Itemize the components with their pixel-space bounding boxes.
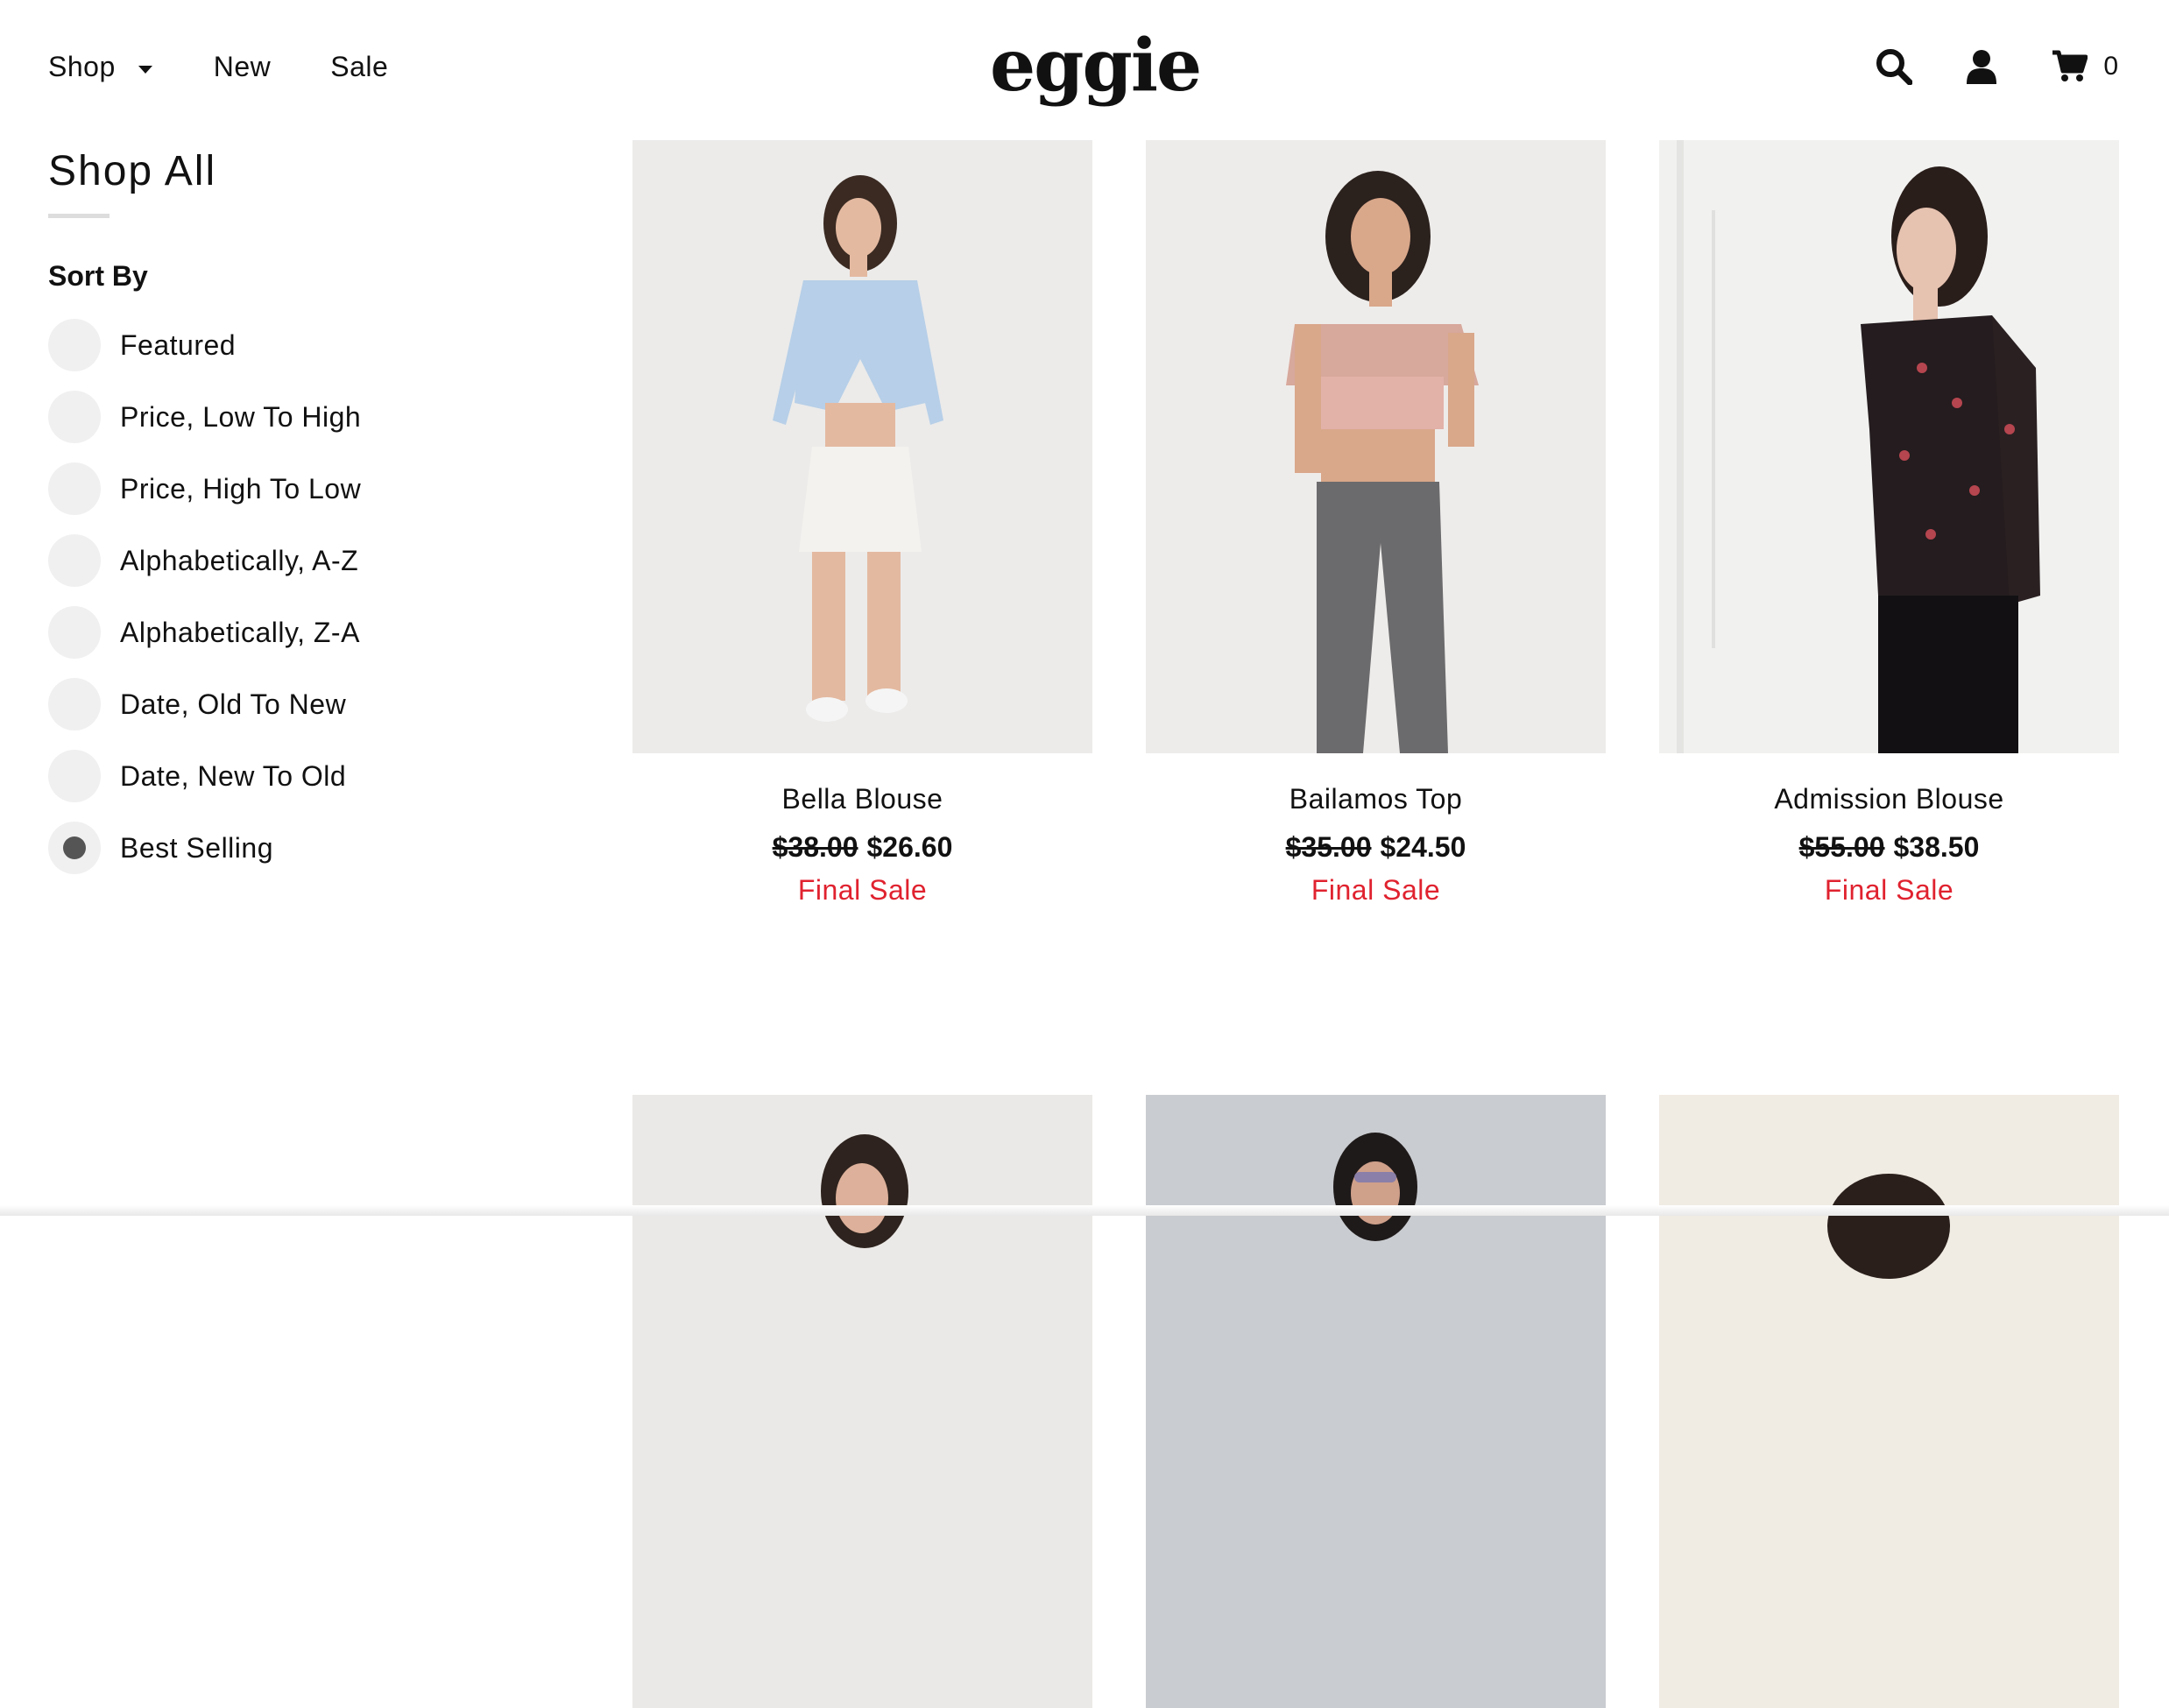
sale-price: $24.50: [1380, 831, 1466, 863]
product-card[interactable]: [632, 1095, 1092, 1708]
product-name[interactable]: Admission Blouse: [1659, 783, 2119, 815]
filter-sidebar: Shop All Sort By Featured Price, Low To …: [48, 140, 539, 893]
product-image[interactable]: [1659, 140, 2119, 753]
search-icon[interactable]: [1876, 48, 1913, 86]
product-image[interactable]: [632, 1095, 1092, 1708]
sale-price: $26.60: [866, 831, 953, 863]
nav-sale-link[interactable]: Sale: [330, 51, 388, 83]
product-card[interactable]: [1146, 1095, 1606, 1708]
radio-button-selected[interactable]: [48, 822, 101, 874]
product-prices: $38.00 $26.60: [632, 831, 1092, 864]
chevron-down-icon: [138, 66, 152, 74]
product-prices: $35.00 $24.50: [1146, 831, 1606, 864]
radio-button[interactable]: [48, 534, 101, 587]
sort-option-date-new-old[interactable]: Date, New To Old: [48, 750, 539, 802]
cart-icon[interactable]: [2052, 50, 2088, 83]
title-underline: [48, 214, 110, 218]
bottom-edge: [0, 1205, 2169, 1216]
cart-count[interactable]: 0: [2103, 52, 2118, 81]
product-image[interactable]: [1659, 1095, 2119, 1708]
product-name[interactable]: Bella Blouse: [632, 783, 1092, 815]
sort-option-label: Best Selling: [120, 831, 273, 864]
radio-button[interactable]: [48, 606, 101, 659]
nav-shop-dropdown[interactable]: Shop: [48, 51, 152, 83]
final-sale-tag: Final Sale: [1311, 874, 1441, 906]
product-card[interactable]: Admission Blouse $55.00 $38.50 Final Sale: [1659, 140, 2119, 907]
sort-heading: Sort By: [48, 260, 148, 292]
original-price: $55.00: [1798, 831, 1885, 863]
product-name[interactable]: Bailamos Top: [1146, 783, 1606, 815]
sort-option-label: Price, Low To High: [120, 400, 362, 433]
product-image[interactable]: [632, 140, 1092, 753]
final-sale-tag: Final Sale: [797, 874, 928, 906]
original-price: $35.00: [1285, 831, 1372, 863]
radio-button[interactable]: [48, 462, 101, 515]
sale-price: $38.50: [1893, 831, 1980, 863]
radio-button[interactable]: [48, 678, 101, 730]
final-sale-tag: Final Sale: [1824, 874, 1954, 906]
sort-option-price-high-low[interactable]: Price, High To Low: [48, 462, 539, 515]
header-actions: 0: [1876, 48, 2118, 86]
sort-option-label: Price, High To Low: [120, 472, 362, 505]
sort-option-alpha-za[interactable]: Alphabetically, Z-A: [48, 606, 539, 659]
sort-option-alpha-az[interactable]: Alphabetically, A-Z: [48, 534, 539, 587]
product-image[interactable]: [1146, 1095, 1606, 1708]
sort-option-label: Alphabetically, Z-A: [120, 616, 360, 648]
page-title: Shop All: [48, 148, 217, 194]
product-card[interactable]: [1659, 1095, 2119, 1708]
product-card[interactable]: Bailamos Top $35.00 $24.50 Final Sale: [1146, 140, 1606, 907]
nav-shop-label: Shop: [48, 51, 116, 82]
sort-option-best-selling[interactable]: Best Selling: [48, 822, 539, 874]
product-image[interactable]: [1146, 140, 1606, 753]
sort-option-price-low-high[interactable]: Price, Low To High: [48, 391, 539, 443]
original-price: $38.00: [772, 831, 858, 863]
sort-option-label: Date, Old To New: [120, 688, 347, 720]
radio-button[interactable]: [48, 319, 101, 371]
sort-option-label: Date, New To Old: [120, 759, 347, 792]
user-icon[interactable]: [1965, 49, 1998, 84]
product-prices: $55.00 $38.50: [1659, 831, 2119, 864]
radio-dot: [63, 836, 86, 859]
nav-new-link[interactable]: New: [214, 51, 272, 83]
sort-option-featured[interactable]: Featured: [48, 319, 539, 371]
radio-button[interactable]: [48, 391, 101, 443]
sort-option-label: Alphabetically, A-Z: [120, 544, 359, 576]
sort-option-date-old-new[interactable]: Date, Old To New: [48, 678, 539, 730]
sort-option-label: Featured: [120, 328, 237, 361]
brand-logo[interactable]: eggie: [990, 25, 1202, 108]
main-nav: Shop New Sale: [48, 51, 388, 83]
site-header: Shop New Sale eggie 0: [0, 0, 2169, 131]
product-card[interactable]: Bella Blouse $38.00 $26.60 Final Sale: [632, 140, 1092, 907]
radio-button[interactable]: [48, 750, 101, 802]
